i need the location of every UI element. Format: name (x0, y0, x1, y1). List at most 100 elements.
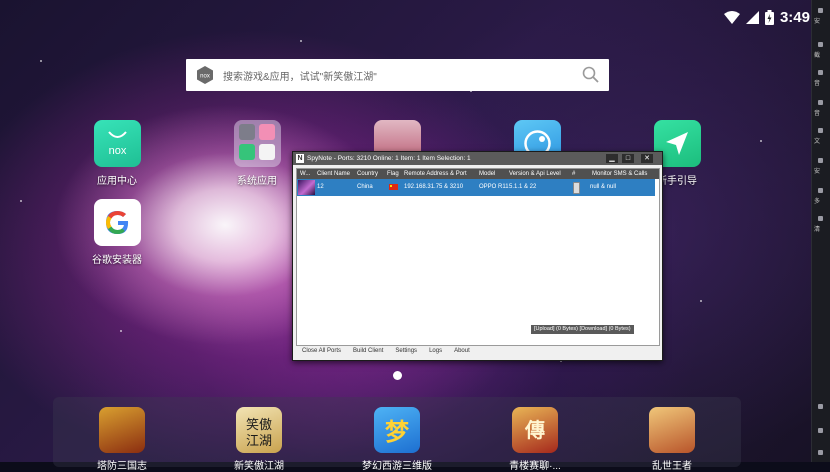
dock-label: 乱世王者 (652, 461, 692, 472)
star (20, 200, 22, 202)
status-bar: 3:49 (723, 6, 810, 28)
game-xiaoao-icon: 笑傲 江湖 (236, 407, 282, 453)
app-search-bar[interactable]: nox 搜索游戏&应用，试试"新笑傲江湖" (186, 59, 609, 91)
home-icon[interactable] (818, 428, 823, 433)
svg-text:梦: 梦 (385, 418, 410, 446)
column-header[interactable]: Remote Address & Port (404, 169, 467, 179)
country-cell: China (357, 184, 373, 190)
star (760, 140, 762, 142)
page-indicator (393, 371, 402, 380)
dock-label: 梦幻西游三维版 (362, 461, 432, 472)
app-store-shortcut[interactable]: nox 应用中心 (77, 120, 157, 187)
window-title: SpyNote - Ports: 3210 Online: 1 Item: 1 … (307, 155, 471, 162)
battery-icon (764, 9, 774, 25)
star (40, 60, 42, 62)
dock-label: 新笑傲江湖 (234, 461, 284, 472)
star (300, 40, 302, 42)
dock-app[interactable]: 乱世王者 (627, 407, 717, 472)
app-label: 系统应用 (237, 176, 277, 187)
sidebar-icon[interactable] (818, 188, 823, 193)
signal-icon (745, 10, 759, 24)
column-header[interactable]: Country (357, 169, 378, 179)
settings-mini-icon (238, 124, 255, 140)
column-header[interactable]: Client Name (317, 169, 350, 179)
sidebar-icon[interactable] (818, 216, 823, 221)
search-placeholder: 搜索游戏&应用，试试"新笑傲江湖" (223, 72, 377, 83)
column-header[interactable]: Model (479, 169, 495, 179)
game-warrior-icon (99, 407, 145, 453)
sidebar-item[interactable]: 截 (814, 50, 830, 59)
sidebar-icon[interactable] (818, 128, 823, 133)
sidebar-item[interactable]: 安 (814, 166, 830, 175)
build-client-button[interactable]: Build Client (347, 346, 389, 357)
column-header[interactable]: # (572, 169, 575, 179)
svg-text:傳: 傳 (524, 418, 545, 442)
column-header[interactable]: W... (300, 169, 310, 179)
search-icon[interactable] (582, 66, 599, 83)
sidebar-icon[interactable] (818, 8, 823, 13)
camera-mini-icon (258, 144, 275, 160)
sidebar-icon[interactable] (818, 42, 823, 47)
game-chuanqi-icon: 傳 (512, 407, 558, 453)
download-mini-icon (238, 144, 255, 160)
dock-label: 塔防三国志 (97, 461, 147, 472)
dock-app[interactable]: 笑傲 江湖 新笑傲江湖 (214, 407, 304, 472)
spynote-window[interactable]: N SpyNote - Ports: 3210 Online: 1 Item: … (292, 151, 663, 361)
settings-button[interactable]: Settings (389, 346, 423, 357)
sidebar-item[interactable]: 安 (814, 16, 830, 25)
app-label: 应用中心 (97, 176, 137, 187)
remote-address-cell: 192.168.31.75 & 3210 (404, 184, 464, 190)
minimize-button[interactable]: ▁ (606, 154, 618, 163)
star (120, 330, 122, 332)
star (700, 300, 702, 302)
dock-app[interactable]: 塔防三国志 (77, 407, 167, 472)
svg-text:江湖: 江湖 (246, 434, 272, 449)
version-cell: 5.1.1 & 22 (509, 184, 537, 190)
table-header: W... Client Name Country Flag Remote Add… (297, 169, 659, 179)
client-name-cell: 12 (317, 184, 324, 190)
nox-logo-icon: nox (197, 66, 213, 84)
app-label: 谷歌安装器 (92, 255, 142, 266)
sidebar-item[interactable]: 清 (814, 224, 830, 233)
monitor-cell: null & null (590, 184, 617, 190)
google-installer-shortcut[interactable]: 谷歌安装器 (77, 199, 157, 266)
bottom-menubar: Close All Ports Build Client Settings Lo… (296, 346, 658, 357)
recent-apps-icon[interactable] (818, 450, 823, 455)
emulator-sidebar: 安 截 音 音 文 安 多 清 (811, 0, 830, 462)
close-button[interactable]: ✕ (641, 154, 653, 163)
about-button[interactable]: About (448, 346, 476, 357)
sidebar-item[interactable]: 文 (814, 136, 830, 145)
column-header[interactable]: Monitor SMS & Calls (592, 169, 647, 179)
system-apps-folder[interactable]: 系统应用 (217, 120, 297, 187)
wallpaper-thumbnail (298, 180, 315, 195)
google-icon (93, 199, 141, 246)
sidebar-item[interactable]: 音 (814, 78, 830, 87)
sidebar-item[interactable]: 多 (814, 196, 830, 205)
close-all-ports-button[interactable]: Close All Ports (296, 346, 347, 357)
sidebar-icon[interactable] (818, 70, 823, 75)
nox-store-icon: nox (93, 120, 141, 167)
back-icon[interactable] (818, 404, 823, 409)
maximize-button[interactable]: □ (622, 154, 634, 163)
sidebar-icon[interactable] (818, 100, 823, 105)
sidebar-item[interactable]: 音 (814, 108, 830, 117)
logs-button[interactable]: Logs (423, 346, 448, 357)
dock-app[interactable]: 傳 青楼赛聊·... (490, 407, 580, 472)
status-time: 3:49 (779, 8, 810, 26)
game-menghuan-icon: 梦 (374, 407, 420, 453)
column-header[interactable]: Flag (387, 169, 399, 179)
clients-table[interactable]: W... Client Name Country Flag Remote Add… (296, 168, 660, 346)
model-cell: OPPO R11 (479, 184, 509, 190)
transfer-status: [Upload] (0 Bytes) [Download] (0 Bytes) (531, 325, 634, 334)
window-titlebar[interactable]: N SpyNote - Ports: 3210 Online: 1 Item: … (293, 152, 662, 165)
dock-app[interactable]: 梦 梦幻西游三维版 (352, 407, 442, 472)
wifi-icon (723, 10, 740, 24)
phone-icon (573, 182, 580, 194)
table-row[interactable]: 12 China 192.168.31.75 & 3210 OPPO R11 5… (297, 179, 655, 196)
column-header[interactable]: Version & Api Level (509, 169, 561, 179)
dock-label: 青楼赛聊·... (509, 461, 561, 472)
sidebar-icon[interactable] (818, 158, 823, 163)
system-apps-folder-icon (233, 120, 281, 167)
spynote-app-icon: N (296, 154, 304, 163)
china-flag-icon (389, 184, 398, 190)
